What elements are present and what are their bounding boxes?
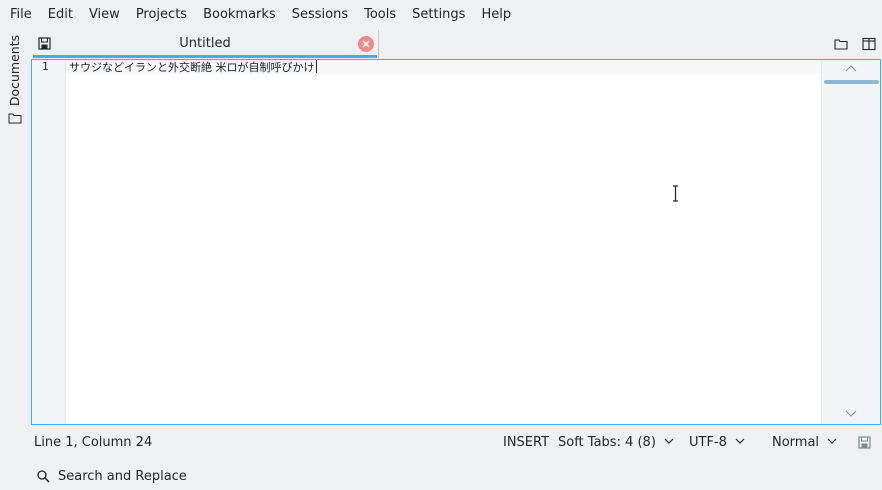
minimap-scrollbar[interactable] (821, 60, 880, 424)
text-cursor (315, 60, 317, 73)
search-icon (37, 469, 50, 483)
editor-line-text: サウジなどイランと外交断絶 米ロが自制呼びかけ (69, 61, 315, 74)
indentation-label: Soft Tabs: 4 (8) (558, 435, 656, 450)
tab-title: Untitled (179, 36, 231, 51)
menu-sessions[interactable]: Sessions (284, 0, 356, 30)
search-replace-label: Search and Replace (58, 468, 187, 484)
line-number: 1 (42, 60, 49, 73)
scroll-down-icon[interactable] (845, 410, 857, 418)
chevron-down-icon (664, 438, 674, 444)
chevron-down-icon (735, 438, 745, 444)
chevron-down-icon (827, 438, 837, 444)
close-icon[interactable] (358, 36, 374, 52)
cursor-position[interactable]: Line 1, Column 24 (34, 435, 152, 450)
menu-help[interactable]: Help (473, 0, 519, 30)
side-panel: Documents (0, 30, 30, 130)
menu-edit[interactable]: Edit (40, 0, 81, 30)
highlighting-selector[interactable]: Normal (772, 435, 837, 450)
active-tab-indicator (33, 55, 377, 58)
mouse-ibeam-icon (673, 185, 678, 202)
status-bar: Line 1, Column 24 INSERT Soft Tabs: 4 (8… (31, 430, 882, 456)
scroll-up-icon[interactable] (845, 64, 857, 72)
editor-view[interactable]: 1 サウジなどイランと外交断絶 米ロが自制呼びかけ (31, 59, 881, 425)
highlighting-label: Normal (772, 435, 820, 450)
menu-tools[interactable]: Tools (356, 0, 404, 30)
editor-line[interactable]: サウジなどイランと外交断絶 米ロが自制呼びかけ (69, 60, 317, 75)
documents-tab-label: Documents (7, 34, 23, 106)
save-status-icon[interactable] (858, 436, 871, 449)
split-view-icon[interactable] (862, 37, 876, 51)
indentation-selector[interactable]: Soft Tabs: 4 (8) (558, 435, 674, 450)
menu-projects[interactable]: Projects (128, 0, 195, 30)
encoding-label: UTF-8 (689, 435, 727, 450)
input-mode[interactable]: INSERT (503, 435, 549, 450)
documents-tab[interactable]: Documents (7, 34, 23, 106)
tab-untitled[interactable]: Untitled (31, 30, 379, 58)
menu-file[interactable]: File (2, 0, 40, 30)
menu-bar: File Edit View Projects Bookmarks Sessio… (0, 0, 882, 30)
encoding-selector[interactable]: UTF-8 (689, 435, 745, 450)
line-number-gutter: 1 (32, 60, 66, 424)
tab-bar-actions (834, 37, 876, 51)
menu-view[interactable]: View (81, 0, 128, 30)
menu-settings[interactable]: Settings (404, 0, 473, 30)
minimap-handle[interactable] (824, 80, 879, 84)
quick-open-icon[interactable] (834, 37, 848, 51)
folder-icon[interactable] (8, 112, 22, 124)
menu-bookmarks[interactable]: Bookmarks (195, 0, 284, 30)
tab-bar: Untitled (31, 30, 882, 58)
search-replace-button[interactable]: Search and Replace (37, 466, 187, 486)
